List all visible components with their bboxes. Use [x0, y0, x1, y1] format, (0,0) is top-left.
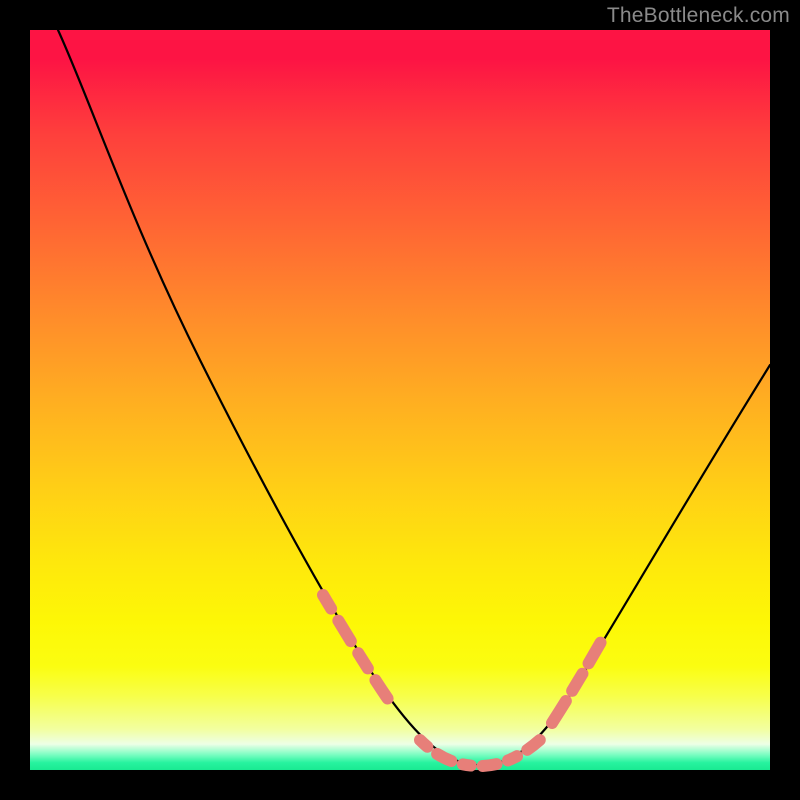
- pink-dash-left: [323, 595, 392, 705]
- pink-dash-right: [552, 633, 606, 723]
- bottleneck-curve-svg: [30, 30, 770, 770]
- watermark-text: TheBottleneck.com: [607, 4, 790, 28]
- pink-dash-valley: [420, 738, 542, 766]
- curve-main: [58, 30, 770, 765]
